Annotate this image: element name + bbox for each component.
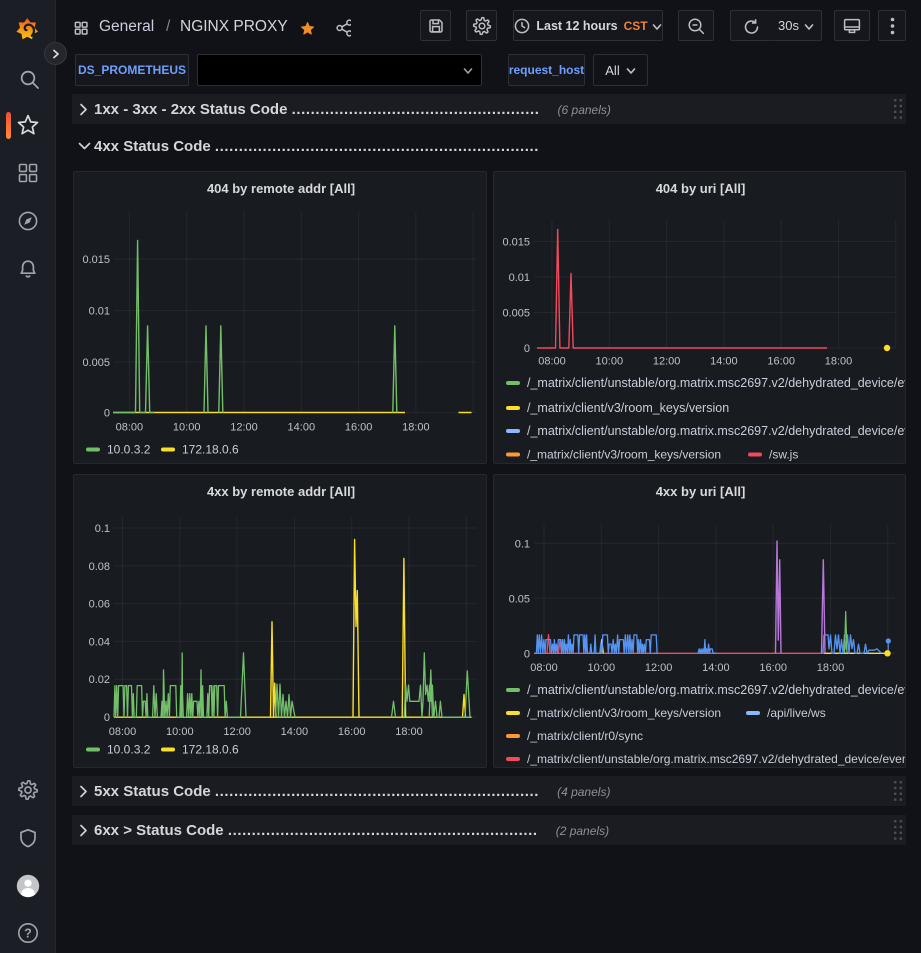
svg-text:14:00: 14:00 — [710, 356, 738, 368]
svg-text:0.015: 0.015 — [82, 254, 110, 266]
svg-text:0.05: 0.05 — [509, 593, 530, 605]
svg-text:10:00: 10:00 — [166, 726, 194, 738]
svg-text:16:00: 16:00 — [759, 662, 787, 674]
svg-text:/_matrix/client/unstable/org.m: /_matrix/client/unstable/org.matrix.msc2… — [527, 752, 906, 766]
svg-text:16:00: 16:00 — [338, 726, 366, 738]
svg-text:/_matrix/client/r0/sync: /_matrix/client/r0/sync — [527, 729, 643, 743]
svg-text:/sw.js: /sw.js — [769, 448, 798, 462]
svg-text:0.015: 0.015 — [502, 237, 530, 249]
svg-text:404 by uri [All]: 404 by uri [All] — [656, 181, 746, 196]
svg-text:18:00: 18:00 — [395, 726, 423, 738]
svg-text:10:00: 10:00 — [588, 662, 616, 674]
svg-text:/_matrix/client/unstable/org.m: /_matrix/client/unstable/org.matrix.msc2… — [527, 376, 906, 390]
svg-text:12:00: 12:00 — [230, 422, 258, 434]
svg-text:0: 0 — [104, 712, 110, 724]
svg-text:/_matrix/client/unstable/org.m: /_matrix/client/unstable/org.matrix.msc2… — [527, 683, 906, 697]
svg-text:0.005: 0.005 — [502, 308, 530, 320]
svg-text:18:00: 18:00 — [402, 422, 430, 434]
svg-text:0.08: 0.08 — [89, 561, 110, 573]
svg-text:0.1: 0.1 — [515, 538, 530, 550]
svg-text:18:00: 18:00 — [825, 356, 853, 368]
svg-text:172.18.0.6: 172.18.0.6 — [182, 443, 239, 457]
svg-text:/_matrix/client/unstable/org.m: /_matrix/client/unstable/org.matrix.msc2… — [527, 424, 906, 438]
svg-text:10:00: 10:00 — [596, 356, 624, 368]
svg-text:08:00: 08:00 — [538, 356, 566, 368]
svg-text:/api/live/ws: /api/live/ws — [767, 706, 826, 720]
svg-text:14:00: 14:00 — [702, 662, 730, 674]
svg-text:18:00: 18:00 — [817, 662, 845, 674]
svg-text:12:00: 12:00 — [223, 726, 251, 738]
svg-text:16:00: 16:00 — [345, 422, 373, 434]
svg-text:10.0.3.2: 10.0.3.2 — [107, 743, 151, 757]
svg-text:0: 0 — [524, 648, 530, 660]
svg-text:10:00: 10:00 — [173, 422, 201, 434]
svg-text:12:00: 12:00 — [653, 356, 681, 368]
svg-text:12:00: 12:00 — [645, 662, 673, 674]
svg-text:08:00: 08:00 — [530, 662, 558, 674]
svg-text:14:00: 14:00 — [281, 726, 309, 738]
svg-text:404 by remote addr [All]: 404 by remote addr [All] — [207, 181, 355, 196]
svg-text:172.18.0.6: 172.18.0.6 — [182, 743, 239, 757]
svg-text:0.02: 0.02 — [89, 674, 110, 686]
svg-text:/_matrix/client/v3/room_keys/v: /_matrix/client/v3/room_keys/version — [527, 401, 729, 415]
svg-text:/_matrix/client/v3/room_keys/v: /_matrix/client/v3/room_keys/version — [527, 706, 721, 720]
svg-text:0: 0 — [104, 408, 110, 420]
svg-text:0.005: 0.005 — [82, 357, 110, 369]
svg-text:0.01: 0.01 — [509, 272, 530, 284]
svg-text:14:00: 14:00 — [288, 422, 316, 434]
svg-text:08:00: 08:00 — [109, 726, 137, 738]
svg-text:/_matrix/client/v3/room_keys/v: /_matrix/client/v3/room_keys/version — [527, 448, 721, 462]
svg-text:4xx by remote addr [All]: 4xx by remote addr [All] — [207, 484, 355, 499]
svg-text:0.1: 0.1 — [95, 523, 110, 535]
svg-text:?: ? — [24, 926, 32, 940]
svg-text:0: 0 — [524, 343, 530, 355]
svg-text:08:00: 08:00 — [116, 422, 144, 434]
svg-text:0.01: 0.01 — [89, 306, 110, 318]
svg-text:0.06: 0.06 — [89, 599, 110, 611]
svg-text:0.04: 0.04 — [89, 636, 110, 648]
svg-text:4xx by uri [All]: 4xx by uri [All] — [656, 484, 746, 499]
svg-text:16:00: 16:00 — [767, 356, 795, 368]
svg-text:10.0.3.2: 10.0.3.2 — [107, 443, 151, 457]
